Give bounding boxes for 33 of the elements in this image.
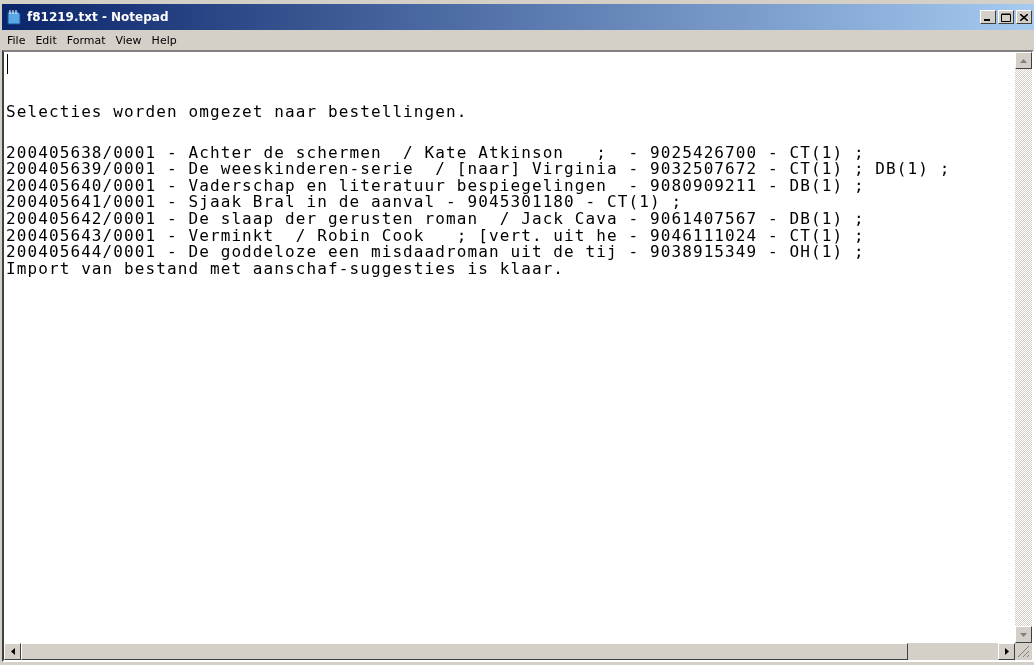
menu-item[interactable]: File	[2, 32, 31, 48]
minimize-button[interactable]	[980, 10, 996, 24]
menu-item[interactable]: Edit	[30, 32, 62, 48]
close-icon	[1020, 13, 1028, 21]
text-line: 200405643/0001 - Verminkt / Robin Cook ; [vert. uit he - 9046111024 - CT(1) ;	[6, 227, 865, 245]
up-arrow-icon	[1020, 58, 1027, 63]
vertical-scrollbar[interactable]	[1015, 52, 1032, 643]
close-button[interactable]	[1016, 10, 1032, 24]
text-line: Selecties worden omgezet naar bestellingen.	[6, 104, 468, 121]
scroll-left-button[interactable]	[4, 643, 21, 660]
window-title: f81219.txt - Notepad	[27, 10, 170, 24]
text-line: 200405642/0001 - De slaap der gerusten roman / Jack Cava - 9061407567 - DB(1) ;	[6, 210, 865, 228]
down-arrow-icon	[1020, 632, 1027, 637]
text-line: 200405638/0001 - Achter de schermen / Kate Atkinson ; - 9025426700 - CT(1) ;	[6, 144, 865, 162]
menu-item[interactable]: View	[110, 32, 147, 48]
menu-item[interactable]: Help	[146, 32, 182, 48]
scroll-right-button[interactable]	[998, 643, 1015, 660]
notepad-icon	[6, 9, 22, 25]
text-line: 200405640/0001 - Vaderschap en literatuur bespiegelingen - 9080909211 - DB(1) ;	[6, 177, 865, 195]
right-arrow-icon	[1004, 648, 1009, 655]
menu-item[interactable]: Format	[61, 32, 111, 48]
text-area[interactable]	[2, 50, 1034, 662]
maximize-button[interactable]	[998, 10, 1014, 24]
scroll-up-button[interactable]	[1015, 52, 1032, 69]
resize-grip-icon[interactable]	[1015, 643, 1030, 658]
text-line: 200405644/0001 - De goddeloze een misdaadroman uit de tij - 9038915349 - OH(1) ;	[6, 244, 865, 261]
text-cursor	[7, 54, 8, 74]
text-line: Import van bestand met aanschaf-suggesties is klaar.	[6, 260, 565, 278]
maximize-icon	[1001, 12, 1011, 22]
text-line: 200405641/0001 - Sjaak Bral in de aanval - 9045301180 - CT(1) ;	[6, 194, 683, 211]
scroll-down-button[interactable]	[1015, 626, 1032, 643]
left-arrow-icon	[10, 648, 15, 655]
text-line: 200405639/0001 - De weeskinderen-serie / [naar] Virginia - 9032507672 - CT(1) ; DB(1) ;	[6, 161, 951, 178]
